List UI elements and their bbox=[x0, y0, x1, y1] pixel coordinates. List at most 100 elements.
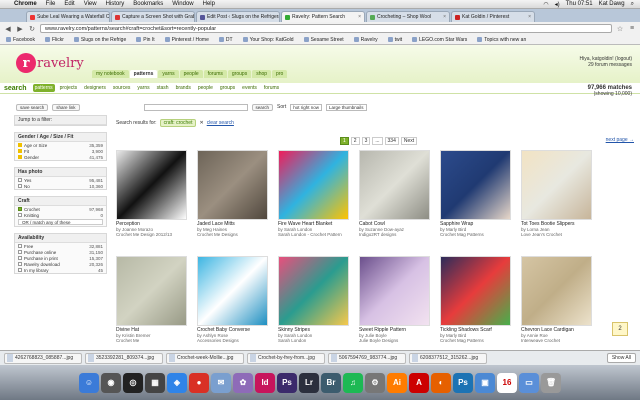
wifi-icon[interactable]: ◠ bbox=[543, 1, 548, 8]
photoshop-elements-icon[interactable]: Ps bbox=[277, 372, 297, 393]
pattern-thumbnail[interactable] bbox=[278, 256, 349, 326]
forward-icon[interactable]: ▶ bbox=[16, 25, 24, 33]
back-icon[interactable]: ◀ bbox=[4, 25, 12, 33]
pattern-thumbnail[interactable] bbox=[278, 150, 349, 220]
browser-tab[interactable]: Edit Post ‹ Slugs on the Refrigerator× bbox=[196, 11, 280, 22]
browser-tab[interactable]: Crocheting – Shop Wool × bbox=[366, 11, 450, 22]
pattern-thumbnail[interactable] bbox=[440, 256, 511, 326]
pattern-source[interactable]: Crochet Me Designs bbox=[197, 232, 268, 237]
nav-patterns[interactable]: patterns bbox=[129, 70, 158, 78]
pattern-thumbnail[interactable] bbox=[116, 256, 187, 326]
search-icon[interactable]: ⌕ bbox=[631, 1, 634, 8]
browser-tab[interactable]: Kat Goldin / Pinterest × bbox=[451, 11, 535, 22]
calendar-icon[interactable]: 16 bbox=[497, 372, 517, 393]
pattern-thumbnail[interactable] bbox=[521, 150, 592, 220]
bridge-icon[interactable]: Br bbox=[321, 372, 341, 393]
nav-forums[interactable]: forums bbox=[203, 70, 227, 78]
search-tab-sources[interactable]: sources bbox=[111, 84, 133, 92]
page-link[interactable]: Next bbox=[400, 137, 418, 145]
bookmark-item[interactable]: Ravelry bbox=[353, 37, 378, 43]
result-card[interactable]: Divine Hat by Kristin Bremer Crochet Me bbox=[116, 256, 187, 350]
menu-icon[interactable]: ≡ bbox=[628, 25, 636, 32]
search-tab-forums[interactable]: forums bbox=[262, 84, 281, 92]
search-tab-projects[interactable]: projects bbox=[58, 84, 80, 92]
finder-icon[interactable]: ☺ bbox=[79, 372, 99, 393]
menu-view[interactable]: View bbox=[84, 1, 97, 7]
download-item[interactable]: 6208377512_315262...jpg bbox=[409, 352, 487, 364]
pattern-source[interactable]: Accessories Designs bbox=[197, 338, 268, 343]
view-select[interactable]: Large thumbnails bbox=[325, 103, 367, 111]
bookmark-item[interactable]: Facebook bbox=[6, 37, 35, 43]
firefox-icon[interactable]: ◐ bbox=[431, 372, 451, 393]
checkbox[interactable] bbox=[18, 213, 22, 217]
result-card[interactable]: Tickling Shadows Scarf by Marly Bird Croch… bbox=[440, 256, 511, 350]
result-card[interactable]: Tot Toes Bootie Slippers by Lorna Jean Lov… bbox=[521, 150, 592, 250]
illustrator-icon[interactable]: Ai bbox=[387, 372, 407, 393]
ravelry-logo[interactable]: r ravelry bbox=[16, 53, 84, 73]
bookmark-item[interactable]: Sesame Street bbox=[303, 37, 344, 43]
forum-messages[interactable]: 29 forum messages bbox=[579, 62, 632, 68]
search-tab-people[interactable]: people bbox=[196, 84, 215, 92]
checkbox[interactable] bbox=[18, 256, 22, 260]
filter-row[interactable]: Gender 41,475 bbox=[15, 154, 106, 160]
menu-help[interactable]: Help bbox=[203, 1, 215, 7]
page-link[interactable]: ... bbox=[372, 137, 383, 145]
close-icon[interactable]: × bbox=[358, 14, 361, 20]
pattern-thumbnail[interactable] bbox=[197, 256, 268, 326]
pattern-source[interactable]: Love Jean's Crochet bbox=[521, 232, 592, 237]
browser-tab[interactable]: Capture a Screen Shot with Grab× bbox=[111, 11, 195, 22]
bookmark-item[interactable]: twit bbox=[387, 37, 402, 43]
menu-bookmarks[interactable]: Bookmarks bbox=[133, 1, 163, 7]
save-search-button[interactable]: save search bbox=[16, 103, 49, 111]
menu-history[interactable]: History bbox=[106, 1, 125, 7]
search-tab-events[interactable]: events bbox=[240, 84, 259, 92]
notification-badge[interactable]: 2 bbox=[612, 322, 628, 336]
volume-icon[interactable]: ◂) bbox=[555, 1, 560, 8]
clear-search-link[interactable]: clear search bbox=[207, 120, 234, 126]
filter-row[interactable]: In my library 45 bbox=[15, 267, 106, 273]
bookmark-item[interactable]: LEGO.com Star Wars bbox=[412, 37, 467, 43]
trash-icon[interactable]: 🗑 bbox=[541, 372, 561, 393]
pattern-source[interactable]: Crochet Me bbox=[116, 338, 187, 343]
pattern-thumbnail[interactable] bbox=[440, 150, 511, 220]
nav-yarns[interactable]: yarns bbox=[158, 70, 179, 78]
pattern-source[interactable]: Julie Boyle Designs bbox=[359, 338, 430, 343]
nav-people[interactable]: people bbox=[179, 70, 203, 78]
bookmark-item[interactable]: DT bbox=[218, 37, 233, 43]
result-card[interactable]: Perception by Joanne Morazo Crochet Me Des… bbox=[116, 150, 187, 250]
photos-icon[interactable]: ✿ bbox=[233, 372, 253, 393]
browser-tab[interactable]: Ravelry: Pattern Search × bbox=[281, 11, 365, 22]
clock[interactable]: Thu 07:51 bbox=[566, 1, 593, 7]
nav-shop[interactable]: shop bbox=[252, 70, 272, 78]
checkbox[interactable] bbox=[18, 268, 22, 272]
nav-pro[interactable]: pro bbox=[272, 70, 288, 78]
filter-title[interactable]: Craft bbox=[15, 197, 106, 206]
checkbox[interactable] bbox=[18, 178, 22, 182]
search-tab-patterns[interactable]: patterns bbox=[32, 84, 55, 92]
share-link-button[interactable]: share link bbox=[52, 103, 80, 111]
pattern-thumbnail[interactable] bbox=[197, 150, 268, 220]
filter-row[interactable]: No 10,360 bbox=[15, 183, 106, 189]
checkbox[interactable] bbox=[18, 244, 22, 248]
menu-edit[interactable]: Edit bbox=[64, 1, 74, 7]
settings-icon[interactable]: ⚙ bbox=[365, 372, 385, 393]
bookmark-item[interactable]: Topics with new an bbox=[477, 37, 526, 43]
show-all-button[interactable]: Show All bbox=[606, 353, 636, 363]
pattern-source[interactable]: Sarah London - Crochet Pattern bbox=[278, 232, 349, 237]
result-card[interactable]: Sweet Ripple Pattern by Julie Boyle Julie … bbox=[359, 256, 430, 350]
search-tab-yarns[interactable]: yarns bbox=[135, 84, 151, 92]
match-mode-select[interactable]: OR / match any of these bbox=[18, 219, 103, 225]
bookmark-item[interactable]: Your Shop: KatGold bbox=[242, 37, 294, 43]
filter-title[interactable]: Has photo bbox=[15, 168, 106, 177]
pattern-source[interactable]: Sarah London bbox=[278, 338, 349, 343]
page-link[interactable]: 334 bbox=[384, 137, 399, 145]
folder-icon[interactable]: ▭ bbox=[519, 372, 539, 393]
filter-title[interactable]: Availability bbox=[15, 234, 106, 243]
bookmark-item[interactable]: Flickr bbox=[44, 37, 64, 43]
result-card[interactable]: Chevron Lace Cardigan by Annie Roe Interwe… bbox=[521, 256, 592, 350]
pattern-thumbnail[interactable] bbox=[521, 256, 592, 326]
reload-icon[interactable]: ↻ bbox=[28, 25, 36, 33]
address-bar[interactable]: www.ravelry.com/patterns/search#craft=cr… bbox=[40, 24, 612, 33]
spotify-icon[interactable]: ♫ bbox=[343, 372, 363, 393]
result-card[interactable]: Skinny Stripes by Sarah London Sarah Londo… bbox=[278, 256, 349, 350]
